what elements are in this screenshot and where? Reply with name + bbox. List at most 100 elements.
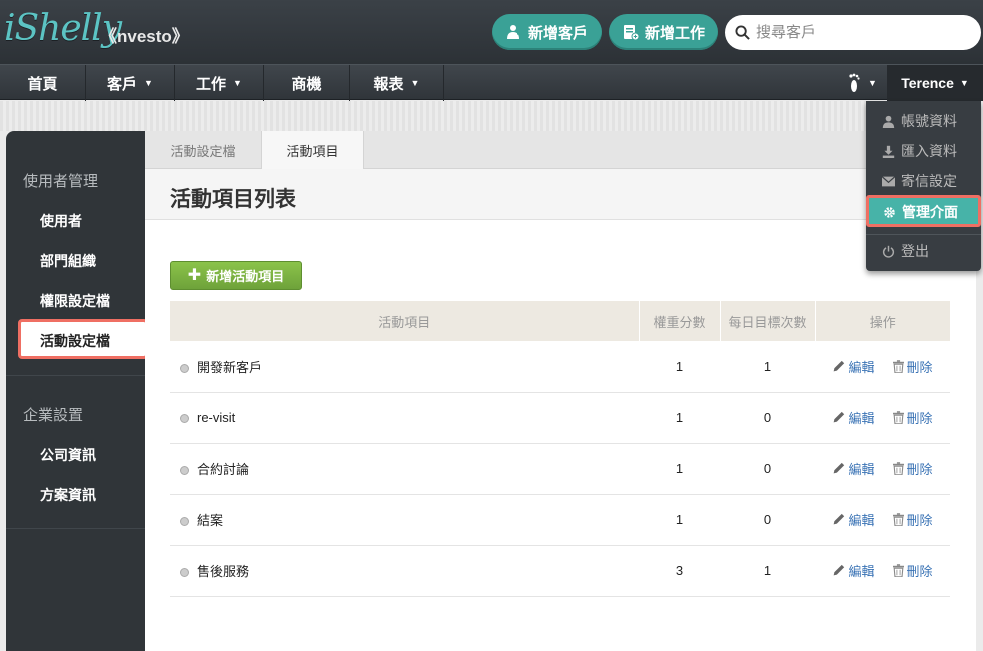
sidebar-item-plan[interactable]: 方案資訊 (40, 485, 96, 505)
user-name: Terence (901, 75, 954, 91)
customer-search[interactable] (725, 15, 981, 50)
search-input[interactable] (756, 24, 956, 41)
nav-customers-label: 客戶 (107, 75, 138, 93)
table-header-row: 活動項目 權重分數 每日目標次數 操作 (170, 301, 950, 341)
tab-bar: 活動設定檔 活動項目 (145, 131, 976, 170)
sidebar-divider (6, 375, 145, 376)
table-row: 開發新客戶 1 1 編輯 刪除 (170, 341, 950, 393)
add-activity-item-button[interactable]: ✚ 新增活動項目 (170, 261, 302, 290)
cell-weight: 1 (639, 443, 720, 495)
trash-icon (892, 564, 904, 578)
caret-down-icon: ▼ (410, 78, 420, 88)
sidebar-group-enterprise: 企業設置 (23, 407, 84, 424)
cell-weight: 1 (639, 392, 720, 444)
table-row: 結案 1 0 編輯 刪除 (170, 494, 950, 546)
cell-weight: 3 (639, 545, 720, 597)
table-row: 合約討論 1 0 編輯 刪除 (170, 443, 950, 495)
col-header-weight[interactable]: 權重分數 (639, 301, 721, 341)
item-name: 售後服務 (197, 564, 250, 579)
footprint-icon (849, 73, 860, 92)
menu-divider (866, 234, 981, 235)
edit-link[interactable]: 編輯 (832, 460, 875, 477)
table-row: re-visit 1 0 編輯 刪除 (170, 392, 950, 444)
edit-label: 編輯 (848, 359, 875, 375)
menu-item-import[interactable]: 匯入資料 (866, 137, 981, 165)
sidebar-item-activity-settings-label: 活動設定檔 (40, 333, 110, 349)
tab-activity-settings-label: 活動設定檔 (170, 143, 236, 159)
menu-item-logout[interactable]: 登出 (866, 237, 981, 265)
power-icon (882, 245, 895, 258)
new-customer-button[interactable]: 新增客戶 (492, 14, 602, 50)
delete-label: 刪除 (906, 359, 933, 375)
edit-link[interactable]: 編輯 (832, 562, 875, 579)
cell-target: 1 (720, 545, 815, 597)
cell-item: re-visit (170, 392, 639, 444)
top-bar: iShelly 《nvesto》 新增客戶 新增工作 (0, 0, 983, 64)
cell-target: 0 (720, 443, 815, 495)
col-header-item[interactable]: 活動項目 (170, 301, 640, 341)
nav-reports[interactable]: 報表 ▼ (350, 65, 444, 101)
delete-link[interactable]: 刪除 (892, 358, 933, 375)
edit-link[interactable]: 編輯 (832, 511, 875, 528)
status-dot-icon (180, 568, 189, 577)
sidebar-item-activity-settings[interactable]: 活動設定檔 (18, 319, 148, 359)
main-panel: 活動設定檔 活動項目 活動項目列表 ✚ 新增活動項目 活動項目 權重分數 每日目… (145, 131, 976, 651)
trash-icon (892, 513, 904, 527)
cell-target: 0 (720, 392, 815, 444)
col-header-ops: 操作 (815, 301, 950, 341)
sidebar-group-user-management: 使用者管理 (23, 173, 99, 190)
cell-weight: 1 (639, 341, 720, 393)
edit-label: 編輯 (848, 411, 875, 426)
nav-reports-label: 報表 (373, 75, 404, 93)
sidebar-item-company[interactable]: 公司資訊 (40, 445, 96, 465)
user-dropdown-menu: 帳號資料 匯入資料 寄信設定 登出 (866, 101, 981, 271)
cell-item: 開發新客戶 (170, 341, 639, 393)
new-task-button[interactable]: 新增工作 (609, 14, 718, 50)
pencil-icon (834, 360, 845, 372)
cell-ops: 編輯 刪除 (815, 545, 950, 597)
delete-link[interactable]: 刪除 (892, 511, 933, 528)
menu-item-import-label: 匯入資料 (901, 143, 957, 159)
nav-tasks-label: 工作 (196, 75, 227, 93)
edit-link[interactable]: 編輯 (832, 358, 875, 375)
new-task-label: 新增工作 (645, 24, 706, 42)
col-header-target[interactable]: 每日目標次數 (720, 301, 816, 341)
status-dot-icon (180, 363, 189, 373)
sidebar-item-departments[interactable]: 部門組織 (40, 251, 96, 271)
nav-home-label: 首頁 (27, 75, 58, 93)
tab-activity-settings[interactable]: 活動設定檔 (145, 131, 261, 169)
plus-icon: ✚ (187, 266, 202, 284)
trash-icon (892, 411, 904, 425)
delete-label: 刪除 (906, 462, 933, 477)
sidebar-item-users[interactable]: 使用者 (40, 211, 82, 231)
company-name: 《nvesto》 (100, 27, 189, 46)
delete-label: 刪除 (906, 513, 933, 528)
menu-item-admin[interactable]: 管理介面 (866, 195, 981, 227)
footprint-menu[interactable]: ▼ (838, 65, 886, 101)
delete-link[interactable]: 刪除 (892, 409, 933, 426)
caret-down-icon: ▼ (868, 78, 877, 88)
pencil-icon (834, 564, 845, 576)
cell-item: 合約討論 (170, 443, 639, 495)
menu-item-admin-content: 管理介面 (883, 202, 958, 222)
nav-tasks[interactable]: 工作 ▼ (175, 65, 264, 101)
pencil-icon (834, 513, 845, 525)
nav-customers[interactable]: 客戶 ▼ (86, 65, 175, 101)
nav-opportunities[interactable]: 商機 (264, 65, 350, 101)
search-icon (735, 25, 750, 40)
delete-link[interactable]: 刪除 (892, 562, 933, 579)
user-menu[interactable]: Terence ▼ (887, 65, 983, 101)
edit-link[interactable]: 編輯 (832, 409, 875, 426)
pencil-icon (834, 411, 845, 423)
nav-home[interactable]: 首頁 (0, 65, 86, 101)
delete-link[interactable]: 刪除 (892, 460, 933, 477)
sidebar-item-permissions[interactable]: 權限設定檔 (40, 291, 110, 311)
tab-activity-items[interactable]: 活動項目 (261, 131, 364, 170)
tab-activity-items-label: 活動項目 (286, 144, 339, 159)
cell-item: 售後服務 (170, 545, 639, 597)
cell-item: 結案 (170, 494, 639, 546)
menu-item-account[interactable]: 帳號資料 (866, 107, 981, 135)
menu-item-mail[interactable]: 寄信設定 (866, 167, 981, 195)
edit-label: 編輯 (848, 513, 875, 528)
add-activity-item-label: 新增活動項目 (206, 269, 285, 284)
